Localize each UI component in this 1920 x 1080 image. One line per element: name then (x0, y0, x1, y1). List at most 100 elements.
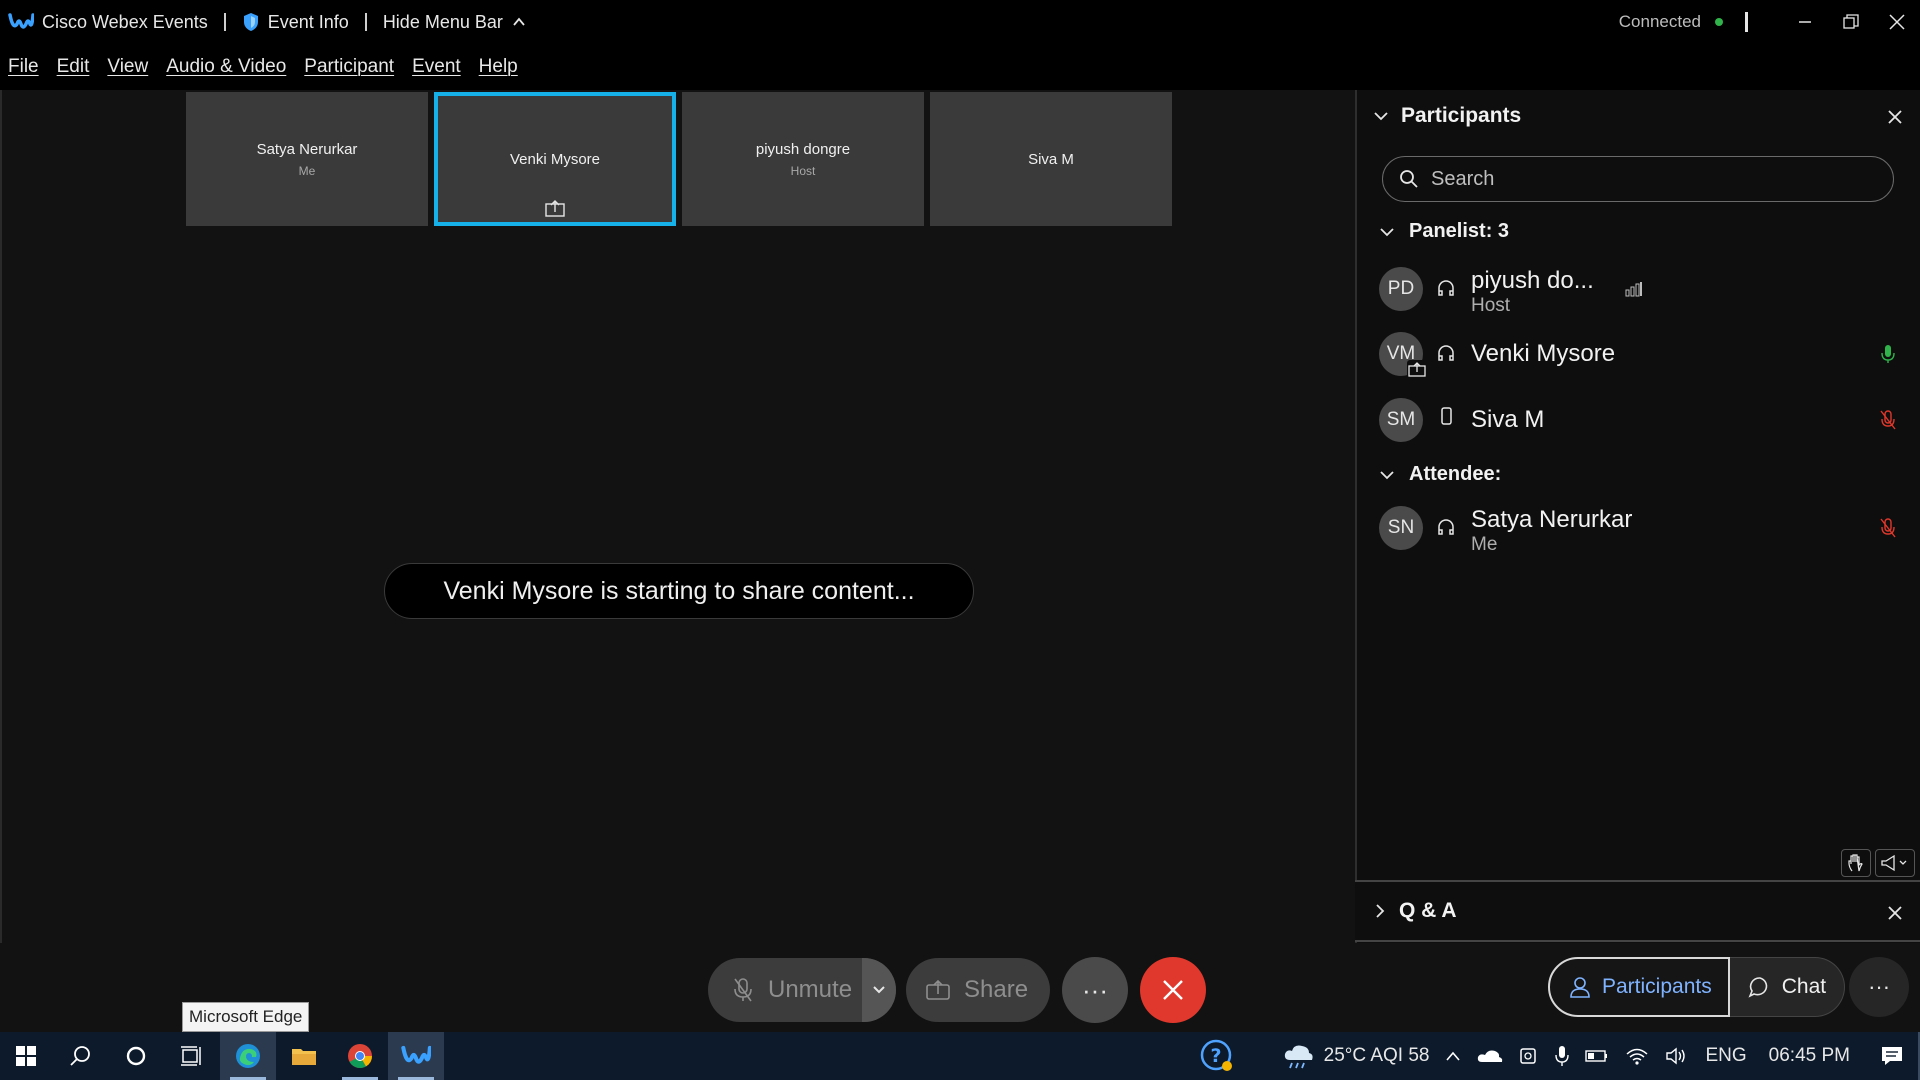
cloud-icon (1478, 1050, 1503, 1062)
raise-hand-button[interactable] (1841, 849, 1871, 877)
taskbar-chrome[interactable] (332, 1032, 388, 1080)
search-icon (1400, 170, 1418, 188)
tile-name: Venki Mysore (509, 150, 601, 168)
unmute-button[interactable]: Unmute (708, 958, 862, 1022)
battery-icon[interactable] (1585, 1049, 1609, 1063)
weather-text: 25°C AQI 58 (1323, 1045, 1430, 1066)
volume-icon[interactable] (1665, 1046, 1689, 1066)
notifications-button[interactable] (1880, 1045, 1904, 1067)
event-info-button[interactable]: Event Info (242, 12, 349, 33)
divider (364, 13, 367, 31)
qa-panel-header[interactable]: Q & A (1355, 880, 1920, 942)
hand-icon (1848, 854, 1863, 872)
share-icon (926, 979, 950, 1000)
menu-file[interactable]: File (8, 56, 39, 78)
camera-icon (1520, 1048, 1537, 1064)
participants-header[interactable]: Participants (1373, 104, 1521, 128)
microphone-icon (1555, 1046, 1570, 1066)
participant-row[interactable]: SM Siva M (1379, 392, 1899, 448)
chevron-down-icon (1380, 227, 1394, 236)
minimize-button[interactable] (1782, 0, 1828, 44)
more-panels-button[interactable]: ··· (1849, 957, 1910, 1017)
task-view-button[interactable] (164, 1032, 220, 1080)
help-icon[interactable]: ? (1200, 1039, 1234, 1073)
participant-row[interactable]: SN Satya Nerurkar Me (1379, 500, 1899, 556)
menu-edit[interactable]: Edit (57, 56, 90, 78)
mic-muted-icon (1880, 410, 1896, 430)
video-tile[interactable]: Siva M (930, 92, 1172, 226)
clock[interactable]: 06:45 PM (1769, 1045, 1850, 1067)
participant-row[interactable]: PD piyush do... Host (1379, 261, 1899, 317)
video-tile[interactable]: Satya Nerurkar Me (186, 92, 428, 226)
participants-tab-label: Participants (1602, 975, 1712, 998)
participant-name: Siva M (1471, 406, 1545, 433)
close-qa-icon[interactable] (1886, 904, 1904, 922)
chevron-up-icon (513, 17, 525, 26)
onedrive-icon[interactable] (1477, 1048, 1503, 1064)
share-notification: Venki Mysore is starting to share conten… (384, 563, 974, 619)
taskbar-file-explorer[interactable] (276, 1032, 332, 1080)
megaphone-icon (1881, 854, 1907, 872)
avatar-initials: SM (1386, 409, 1416, 430)
chevron-up-icon (1446, 1051, 1461, 1061)
language-indicator[interactable]: ENG (1705, 1045, 1746, 1067)
leave-meeting-button[interactable] (1140, 957, 1206, 1023)
attendee-label: Attendee: (1409, 463, 1502, 485)
participant-search-input[interactable]: Search (1382, 156, 1894, 202)
menu-view[interactable]: View (107, 56, 148, 78)
attendee-section-header[interactable]: Attendee: (1379, 463, 1501, 486)
unmute-label: Unmute (768, 976, 853, 1003)
chat-tab[interactable]: Chat (1729, 957, 1846, 1017)
microphone-tray-icon[interactable] (1555, 1045, 1570, 1067)
menu-help[interactable]: Help (479, 56, 518, 78)
more-icon: ··· (1082, 974, 1108, 1005)
panelist-section-header[interactable]: Panelist: 3 (1379, 220, 1509, 243)
unmute-control: Unmute (708, 958, 896, 1022)
network-icon[interactable] (1625, 1046, 1649, 1066)
menu-audio-video[interactable]: Audio & Video (166, 56, 286, 78)
chevron-right-icon (1376, 904, 1385, 918)
close-panel-icon[interactable] (1886, 108, 1904, 126)
task-view-icon (181, 1046, 201, 1066)
windows-logo-icon (16, 1046, 36, 1066)
participants-tab[interactable]: Participants (1548, 957, 1730, 1017)
participant-row[interactable]: VM Venki Mysore (1379, 326, 1899, 382)
cortana-button[interactable] (108, 1032, 164, 1080)
weather-cloud-icon (1284, 1045, 1313, 1069)
taskbar-edge[interactable] (220, 1032, 276, 1080)
close-icon (1889, 14, 1905, 30)
tray-overflow-button[interactable] (1445, 1050, 1461, 1062)
restore-icon (1843, 14, 1859, 29)
more-options-button[interactable]: ··· (1062, 957, 1128, 1023)
video-tile-active[interactable]: Venki Mysore (434, 92, 676, 226)
webex-logo-icon (401, 1045, 431, 1064)
weather-widget[interactable]: 25°C AQI 58 (1282, 1042, 1430, 1070)
taskbar-webex[interactable] (388, 1032, 444, 1080)
reactions-button[interactable] (1875, 849, 1915, 877)
edge-icon (236, 1044, 260, 1068)
avatar-initials: PD (1387, 278, 1415, 299)
search-placeholder: Search (1431, 167, 1495, 190)
hide-menu-bar-button[interactable]: Hide Menu Bar (383, 12, 527, 33)
video-tile[interactable]: piyush dongre Host (682, 92, 924, 226)
more-icon: ··· (1868, 974, 1891, 999)
menu-event[interactable]: Event (412, 56, 461, 78)
signal-strength-icon (1625, 282, 1642, 297)
share-button[interactable]: Share (906, 958, 1050, 1022)
menu-participant[interactable]: Participant (304, 56, 394, 78)
close-window-button[interactable] (1874, 0, 1920, 44)
audio-options-dropdown[interactable] (862, 958, 896, 1022)
avatar-initials: SN (1387, 517, 1415, 538)
search-icon (70, 1046, 90, 1066)
restore-button[interactable] (1828, 0, 1874, 44)
meet-now-icon[interactable] (1519, 1046, 1539, 1066)
participant-name: Satya Nerurkar (1471, 506, 1633, 533)
taskbar-search-button[interactable] (52, 1032, 108, 1080)
tile-name: Satya Nerurkar (256, 140, 358, 158)
cortana-icon (126, 1046, 146, 1066)
participants-panel: Participants Search Panelist: 3 PD piyus… (1355, 90, 1920, 943)
app-name: Cisco Webex Events (42, 11, 208, 32)
start-button[interactable] (0, 1032, 52, 1080)
headset-icon (1438, 519, 1454, 535)
minimize-icon (1799, 21, 1811, 23)
